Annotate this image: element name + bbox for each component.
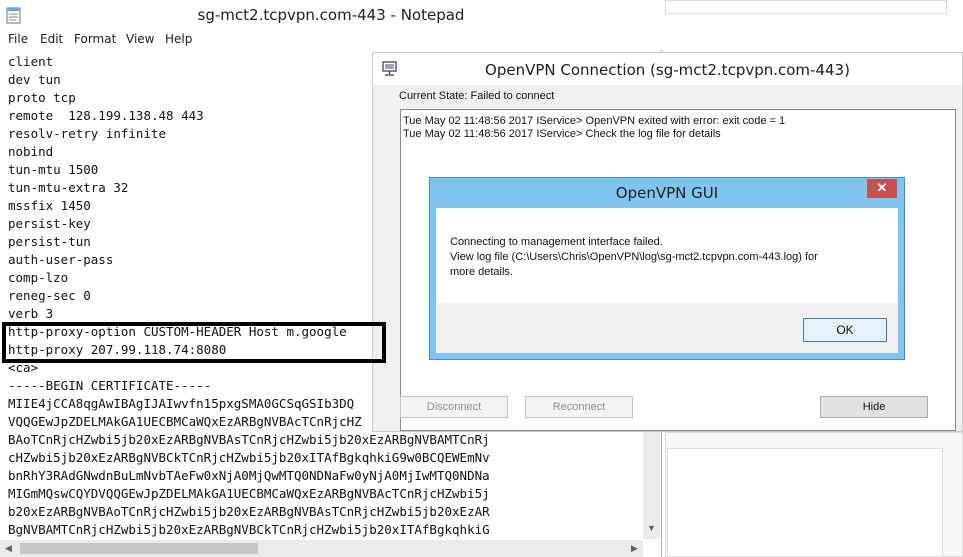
message-line: Connecting to management interface faile… <box>450 236 663 248</box>
notepad-menubar: File Edit Format View Help <box>0 30 662 50</box>
message-line: more details. <box>450 266 513 278</box>
dialog-frame: OpenVPN GUI ✕ Connecting to management i… <box>430 178 904 359</box>
scroll-right-arrow-icon[interactable]: ▶ <box>626 543 643 554</box>
text-line: cHZwbi5jb20xEzARBgNVBCkTCnRjcHZwbi5jb20x… <box>8 450 490 465</box>
hide-button[interactable]: Hide <box>820 396 928 418</box>
close-icon: ✕ <box>876 180 888 195</box>
dialog-body: Connecting to management interface faile… <box>436 208 898 353</box>
openvpn-connection-titlebar: OpenVPN Connection (sg-mct2.tcpvpn.com-4… <box>373 53 962 85</box>
openvpn-gui-dialog: OpenVPN GUI ✕ Connecting to management i… <box>429 177 905 360</box>
log-line: Tue May 02 11:48:56 2017 IService> Check… <box>403 128 721 140</box>
scroll-left-arrow-icon[interactable]: ◀ <box>0 543 17 554</box>
log-line: Tue May 02 11:48:56 2017 IService> OpenV… <box>403 115 786 127</box>
horizontal-scroll-thumb[interactable] <box>20 543 258 554</box>
menu-file[interactable]: File <box>8 32 28 46</box>
text-line: MIGmMQswCQYDVQQGEwJpZDELMAkGA1UECBMCaWQx… <box>8 486 490 501</box>
scroll-down-arrow-icon[interactable]: ▼ <box>643 523 660 533</box>
text-line: b20xEzARBgNVBAoTCnRjcHZwbi5jb20xEzARBgNV… <box>8 504 490 519</box>
menu-help[interactable]: Help <box>165 32 192 46</box>
current-state-label: Current State: Failed to connect <box>399 90 555 102</box>
background-window-bottom <box>667 448 943 557</box>
text-line: BAoTCnRjcHZwbi5jb20xEzARBgNVBAsTCnRjcHZw… <box>8 432 490 447</box>
background-window-top <box>665 0 947 14</box>
text-line: bnRhY3RAdGNwdnBuLmNvbTAeFw0xNjA0MjQwMTQ0… <box>8 468 490 483</box>
ok-button[interactable]: OK <box>803 318 887 342</box>
dialog-title: OpenVPN GUI <box>615 184 719 202</box>
menu-view[interactable]: View <box>126 32 154 46</box>
notepad-horizontal-scrollbar[interactable]: ◀ ▶ <box>0 540 643 557</box>
openvpn-connection-title: OpenVPN Connection (sg-mct2.tcpvpn.com-4… <box>485 61 850 79</box>
reconnect-button[interactable]: Reconnect <box>525 396 633 418</box>
disconnect-button[interactable]: Disconnect <box>400 396 508 418</box>
dialog-close-button[interactable]: ✕ <box>867 179 897 198</box>
message-line: View log file (C:\Users\Chris\OpenVPN\lo… <box>450 251 818 263</box>
menu-format[interactable]: Format <box>74 32 116 46</box>
dialog-message-area: Connecting to management interface faile… <box>436 208 898 303</box>
menu-edit[interactable]: Edit <box>40 32 63 46</box>
notepad-title: sg-mct2.tcpvpn.com-443 - Notepad <box>197 6 465 24</box>
annotation-highlight-box <box>2 322 386 363</box>
notepad-titlebar: sg-mct2.tcpvpn.com-443 - Notepad <box>0 0 662 30</box>
dialog-message: Connecting to management interface faile… <box>450 235 890 280</box>
text-line: BgNVBAMTCnRjcHZwbi5jb20xEzARBgNVBCkTCnRj… <box>8 522 490 537</box>
